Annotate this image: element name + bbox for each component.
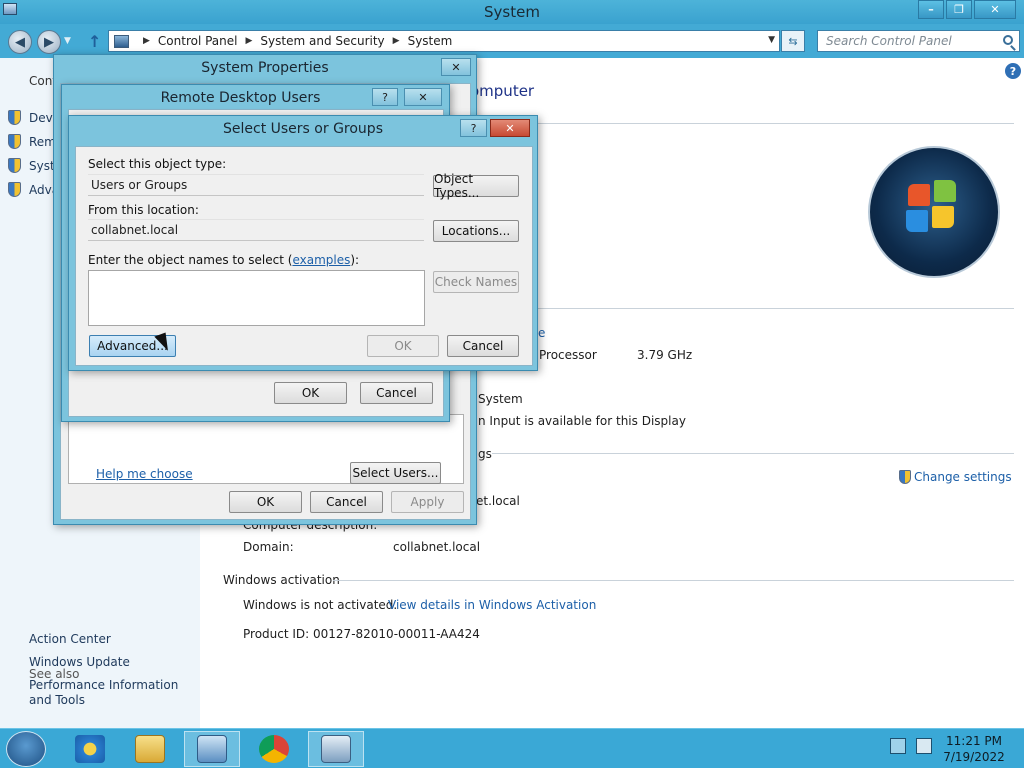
search-icon[interactable]	[1003, 35, 1013, 45]
pen-touch-value: n Input is available for this Display	[478, 414, 686, 428]
object-names-label: Enter the object names to select (exampl…	[88, 253, 360, 267]
shield-icon	[8, 134, 21, 149]
cancel-button[interactable]: Cancel	[310, 491, 383, 513]
sidebar-item-remote-settings[interactable]: Rem	[8, 134, 56, 149]
location-label: From this location:	[88, 203, 199, 217]
ok-button[interactable]: OK	[274, 382, 347, 404]
check-names-button[interactable]: Check Names	[433, 271, 519, 293]
chrome-icon[interactable]	[246, 731, 302, 767]
refresh-button[interactable]: ⇆	[781, 30, 805, 52]
link-performance-info[interactable]: Performance Information and Tools	[29, 678, 199, 708]
domain-value: collabnet.local	[393, 540, 481, 554]
control-panel-icon	[114, 34, 129, 48]
shield-icon	[899, 470, 911, 484]
computer-name-value: et.local	[476, 494, 520, 508]
help-icon[interactable]: ?	[1005, 63, 1021, 79]
examples-link[interactable]: examples	[292, 253, 350, 267]
forward-button[interactable]: ▶	[37, 30, 61, 54]
shield-icon	[8, 110, 21, 125]
sidebar-item-device-manager[interactable]: Devi	[8, 110, 56, 125]
up-button[interactable]: ↑	[88, 32, 101, 51]
location-field: collabnet.local	[88, 219, 424, 241]
select-users-dialog: Select Users or Groups ? ✕ Select this o…	[68, 115, 538, 371]
window-controls: – ❐ ✕	[918, 0, 1016, 19]
taskbar: 11:21 PM 7/19/2022	[0, 728, 1024, 768]
window-title: System	[484, 3, 540, 21]
link-action-center[interactable]: Action Center	[29, 632, 199, 647]
start-button[interactable]	[6, 731, 46, 767]
dialog-title: System Properties	[201, 60, 329, 76]
object-names-input[interactable]	[88, 270, 425, 326]
support-link-tail[interactable]: e	[538, 326, 545, 340]
help-button[interactable]: ?	[460, 119, 487, 137]
address-bar[interactable]: ▶ Control Panel ▶ System and Security ▶ Sys…	[108, 30, 780, 52]
system-tray	[890, 738, 932, 754]
page-heading: omputer	[470, 82, 535, 100]
domain-label: Domain:	[243, 540, 294, 554]
recent-pages-dropdown[interactable]: ▼	[64, 36, 71, 46]
navigation-bar: ◀ ▶ ▼ ↑ ▶ Control Panel ▶ System and Secur…	[0, 24, 1024, 58]
change-settings-link[interactable]: Change settings	[899, 470, 1012, 484]
section-computer-settings: gs	[478, 447, 492, 461]
cancel-button[interactable]: Cancel	[360, 382, 433, 404]
system-type-value: System	[478, 392, 523, 406]
locations-button[interactable]: Locations...	[433, 220, 519, 242]
remote-panel: Help me choose Select Users...	[68, 414, 464, 484]
product-id: Product ID: 00127-82010-00011-AA424	[243, 627, 480, 641]
address-dropdown-icon[interactable]: ▼	[768, 35, 775, 45]
volume-muted-icon[interactable]	[916, 738, 932, 754]
control-panel-taskbar-icon[interactable]	[184, 731, 240, 767]
close-button[interactable]: ✕	[441, 58, 471, 76]
restore-button[interactable]: ❐	[946, 0, 972, 19]
object-type-field: Users or Groups	[88, 174, 424, 196]
activation-details-link[interactable]: View details in Windows Activation	[388, 598, 596, 612]
search-placeholder: Search Control Panel	[826, 34, 952, 48]
cancel-button[interactable]: Cancel	[447, 335, 519, 357]
link-windows-update[interactable]: Windows Update	[29, 655, 199, 670]
search-input[interactable]: Search Control Panel	[817, 30, 1020, 52]
ok-button[interactable]: OK	[229, 491, 302, 513]
clock-date: 7/19/2022	[943, 750, 1005, 764]
activation-status: Windows is not activated.	[243, 598, 398, 612]
sidebar-item-advanced-settings[interactable]: Adva	[8, 182, 59, 197]
apply-button[interactable]: Apply	[391, 491, 464, 513]
select-users-button[interactable]: Select Users...	[350, 462, 441, 484]
breadcrumb-system-security[interactable]: System and Security	[260, 34, 384, 48]
back-button[interactable]: ◀	[8, 30, 32, 54]
breadcrumb-system[interactable]: System	[408, 34, 453, 48]
file-explorer-icon[interactable]	[122, 731, 178, 767]
system-properties-taskbar-icon[interactable]	[308, 731, 364, 767]
ok-button[interactable]: OK	[367, 335, 439, 357]
clock[interactable]: 11:21 PM 7/19/2022	[938, 733, 1010, 765]
help-me-choose-link[interactable]: Help me choose	[96, 467, 193, 481]
processor-speed: 3.79 GHz	[637, 348, 693, 362]
internet-explorer-icon[interactable]	[62, 731, 118, 767]
windows-logo	[868, 146, 1000, 278]
object-types-button[interactable]: Object Types...	[433, 172, 519, 200]
close-button[interactable]: ✕	[974, 0, 1016, 19]
minimize-button[interactable]: –	[918, 0, 944, 19]
breadcrumb-control-panel[interactable]: Control Panel	[158, 34, 238, 48]
help-button[interactable]: ?	[372, 88, 398, 106]
object-type-label: Select this object type:	[88, 157, 227, 171]
close-button[interactable]: ✕	[404, 88, 442, 106]
shield-icon	[8, 182, 21, 197]
activation-heading: Windows activation	[223, 573, 340, 587]
title-bar: System – ❐ ✕	[0, 0, 1024, 24]
network-icon[interactable]	[890, 738, 906, 754]
processor-label: Processor	[539, 348, 597, 362]
clock-time: 11:21 PM	[946, 734, 1002, 748]
shield-icon	[8, 158, 21, 173]
close-button[interactable]: ✕	[490, 119, 530, 137]
